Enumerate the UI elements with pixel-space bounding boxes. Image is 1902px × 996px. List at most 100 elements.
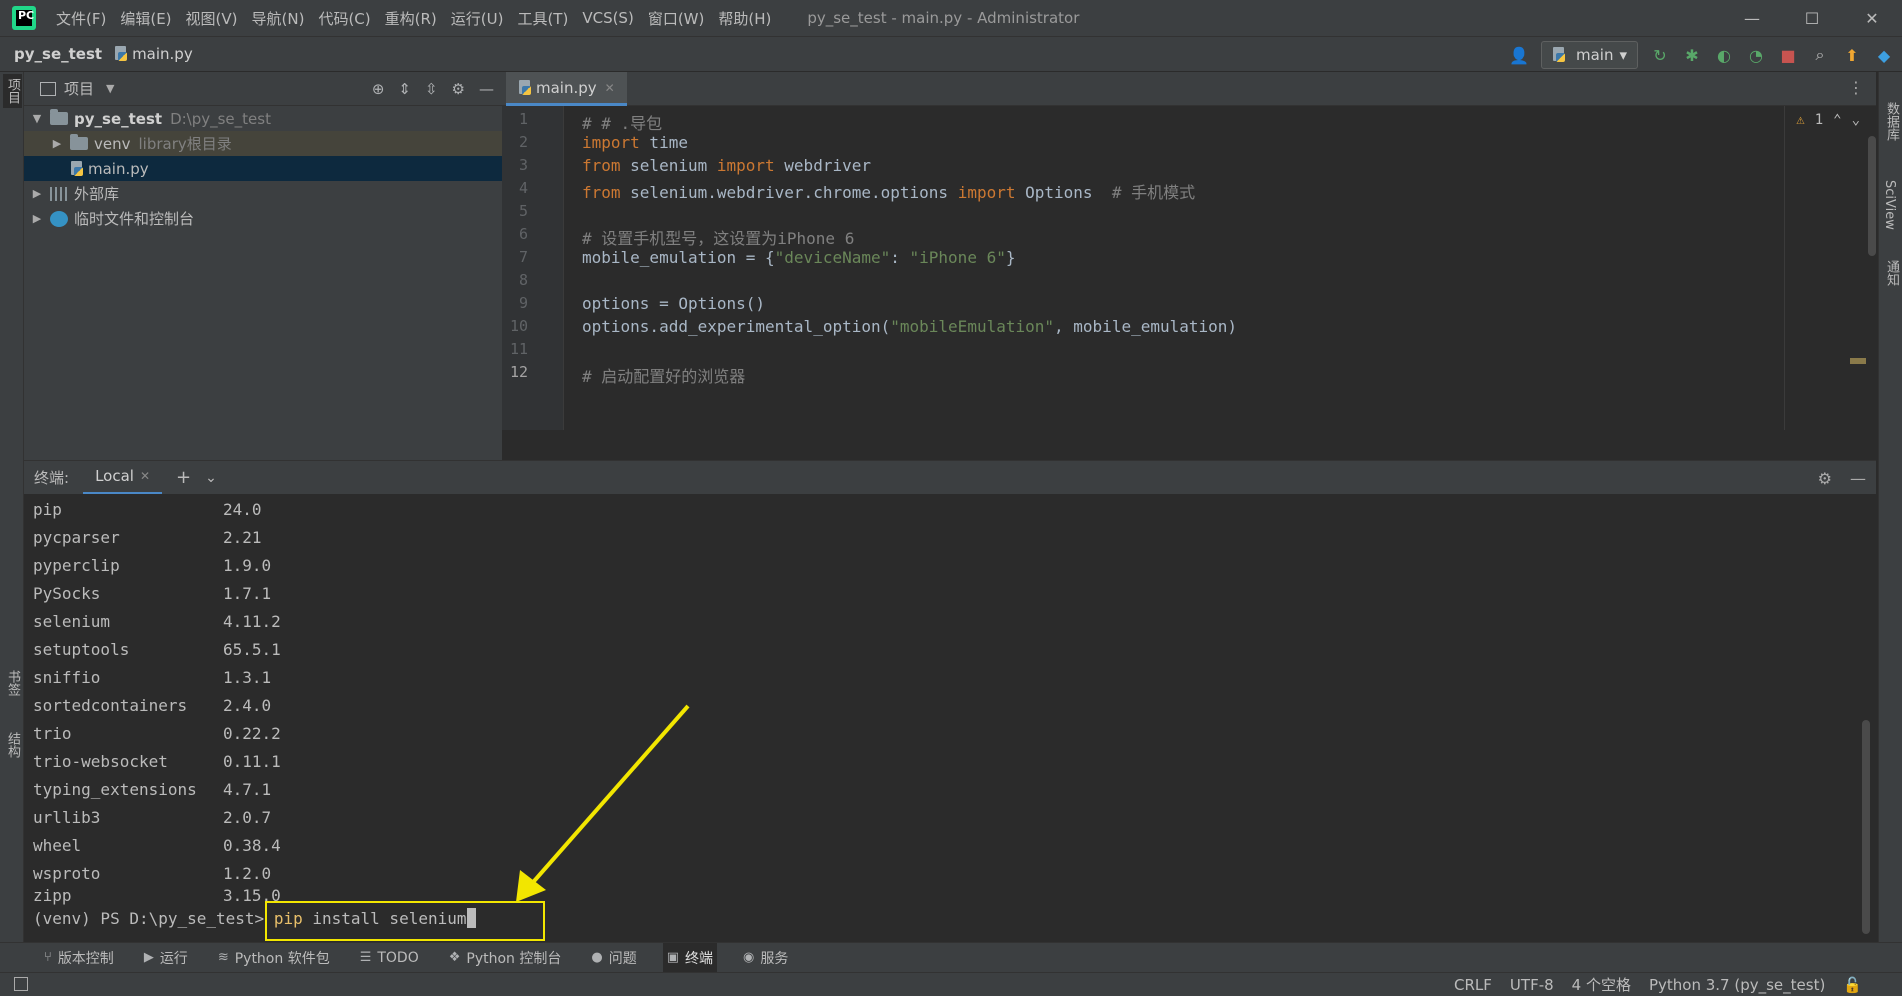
package-name: pip <box>33 500 62 519</box>
tree-item-note: library根目录 <box>138 135 232 153</box>
menu-refactor[interactable]: 重构(R) <box>385 8 437 29</box>
tree-item-main-py[interactable]: main.py <box>24 156 502 181</box>
maximize-button[interactable]: ☐ <box>1782 0 1842 36</box>
package-row: pip 24.0 <box>33 500 262 527</box>
menu-navigate[interactable]: 导航(N) <box>252 8 305 29</box>
menu-window[interactable]: 窗口(W) <box>648 8 705 29</box>
main-toolbar: 👤 main ▾ ↻ ✱ ◐ ◔ ■ ⌕ ⬆ ◆ <box>1509 37 1894 73</box>
editor-scrollbar[interactable] <box>1868 136 1876 256</box>
line-number: 1 <box>518 110 528 128</box>
tool-window-problems[interactable]: ● 问题 <box>587 943 640 973</box>
editor-tab-main-py[interactable]: main.py ✕ <box>506 72 627 106</box>
tool-window-terminal[interactable]: ▣ 终端 <box>662 942 718 973</box>
indent-status[interactable]: 4 个空格 <box>1572 974 1631 995</box>
menu-view[interactable]: 视图(V) <box>186 8 238 29</box>
chevron-up-icon[interactable]: ⌃ <box>1833 112 1841 128</box>
tool-window-python-console[interactable]: ❖ Python 控制台 <box>445 943 566 973</box>
gear-icon[interactable]: ⚙ <box>1818 469 1832 488</box>
project-tool-tab[interactable]: 项目 <box>3 74 22 108</box>
menu-code[interactable]: 代码(C) <box>318 8 370 29</box>
locate-icon[interactable]: ⊕ <box>372 80 385 98</box>
minimize-button[interactable]: — <box>1722 0 1782 36</box>
chevron-right-icon[interactable]: ▶ <box>50 137 64 150</box>
project-panel-header: 项目 ▼ ⊕ ⇕ ⇳ ⚙ — <box>24 72 502 106</box>
profile-icon[interactable]: ◔ <box>1746 45 1766 65</box>
notifications-tool-tab[interactable]: 通知 <box>1882 260 1901 286</box>
sciview-tool-tab[interactable]: SciView <box>1882 180 1897 230</box>
annotation-highlight-box <box>265 901 545 941</box>
collapse-all-icon[interactable]: ⇳ <box>425 80 438 98</box>
menu-help[interactable]: 帮助(H) <box>718 8 771 29</box>
menu-file[interactable]: 文件(F) <box>56 8 106 29</box>
tool-window-services[interactable]: ◉ 服务 <box>739 943 792 973</box>
terminal-label: 终端: <box>34 469 70 487</box>
tool-window-vcs[interactable]: ⑂ 版本控制 <box>40 943 118 973</box>
structure-tool-tab[interactable]: 结构 <box>3 732 22 758</box>
rerun-icon[interactable]: ↻ <box>1650 45 1670 65</box>
chevron-down-icon[interactable]: ⌄ <box>1852 112 1860 128</box>
package-row: urllib3 2.0.7 <box>33 808 271 835</box>
code-line: from selenium import webdriver <box>582 156 871 175</box>
tool-window-run[interactable]: ▶ 运行 <box>140 943 192 973</box>
close-icon[interactable]: ✕ <box>140 469 150 483</box>
terminal-icon: ▣ <box>666 950 680 965</box>
tree-item-scratches[interactable]: ▶ 临时文件和控制台 <box>24 206 502 231</box>
search-icon[interactable]: ⌕ <box>1810 45 1830 65</box>
chevron-right-icon[interactable]: ▶ <box>30 187 44 200</box>
debug-icon[interactable]: ✱ <box>1682 45 1702 65</box>
menu-tools[interactable]: 工具(T) <box>517 8 568 29</box>
bookmarks-tool-tab[interactable]: 书签 <box>3 670 22 696</box>
encoding-status[interactable]: UTF-8 <box>1510 976 1554 994</box>
menu-edit[interactable]: 编辑(E) <box>120 8 171 29</box>
terminal-scrollbar[interactable] <box>1862 720 1870 934</box>
breadcrumb-project[interactable]: py_se_test <box>14 45 102 63</box>
project-panel-title[interactable]: 项目 <box>64 78 94 99</box>
database-tool-tab[interactable]: 数据库 <box>1882 102 1901 141</box>
update-icon[interactable]: ⬆ <box>1842 45 1862 65</box>
inspection-widget[interactable]: ⚠ 1 ⌃ ⌄ <box>1796 112 1860 128</box>
hide-icon[interactable]: — <box>479 80 494 98</box>
status-bar: CRLF UTF-8 4 个空格 Python 3.7 (py_se_test)… <box>0 972 1902 996</box>
code-line: options.add_experimental_option("mobileE… <box>582 317 1238 336</box>
terminal-tab-local[interactable]: Local ✕ <box>83 461 163 495</box>
close-window-button[interactable]: ✕ <box>1842 0 1902 36</box>
close-icon[interactable]: ✕ <box>605 81 615 95</box>
line-separator-status[interactable]: CRLF <box>1454 976 1492 994</box>
jetbrains-toolbox-icon[interactable]: ◆ <box>1874 45 1894 65</box>
more-icon[interactable]: ⋮ <box>1848 78 1864 97</box>
package-row: PySocks 1.7.1 <box>33 584 271 611</box>
chevron-down-icon[interactable]: ▼ <box>30 112 44 125</box>
chevron-down-icon[interactable]: ▼ <box>106 82 114 95</box>
gear-icon[interactable]: ⚙ <box>452 80 465 98</box>
coverage-icon[interactable]: ◐ <box>1714 45 1734 65</box>
toggle-tool-windows-icon[interactable] <box>14 977 28 991</box>
menu-vcs[interactable]: VCS(S) <box>582 9 633 27</box>
chevron-down-icon[interactable]: ⌄ <box>205 470 217 486</box>
run-configuration-selector[interactable]: main ▾ <box>1540 41 1638 69</box>
code-line: from selenium.webdriver.chrome.options i… <box>582 183 1196 202</box>
python-file-icon <box>70 160 84 177</box>
menu-run[interactable]: 运行(U) <box>451 8 504 29</box>
tree-item-external-libraries[interactable]: ▶ 外部库 <box>24 181 502 206</box>
hide-icon[interactable]: — <box>1850 469 1866 488</box>
terminal-output[interactable]: pip 24.0 pycparser 2.21 pyperclip 1.9.0 PyS… <box>24 494 1876 940</box>
tool-window-python-packages[interactable]: ≋ Python 软件包 <box>214 943 334 973</box>
lock-icon[interactable]: 🔓 <box>1843 976 1862 994</box>
package-name: wheel <box>33 836 82 855</box>
expand-all-icon[interactable]: ⇕ <box>398 80 411 98</box>
chevron-right-icon[interactable]: ▶ <box>30 212 44 225</box>
user-icon[interactable]: 👤 <box>1509 45 1529 65</box>
package-row: setuptools 65.5.1 <box>33 640 281 667</box>
right-margin-guide <box>1784 106 1785 430</box>
code-line: mobile_emulation = {"deviceName": "iPhon… <box>582 248 1016 267</box>
package-version: 1.2.0 <box>223 864 272 883</box>
interpreter-status[interactable]: Python 3.7 (py_se_test) <box>1649 976 1825 994</box>
code-editor[interactable]: 1 2 3 4 5 6 7 8 9 10 11 12 # # .导包 impor… <box>502 106 1876 430</box>
add-icon[interactable]: + <box>176 467 191 488</box>
warning-marker[interactable] <box>1850 358 1866 364</box>
breadcrumb-file[interactable]: main.py <box>132 45 193 63</box>
tree-item-project-root[interactable]: ▼ py_se_test D:\py_se_test <box>24 106 502 131</box>
tree-item-venv[interactable]: ▶ venv library根目录 <box>24 131 502 156</box>
stop-icon[interactable]: ■ <box>1778 45 1798 65</box>
tool-window-todo[interactable]: ☰ TODO <box>356 943 423 973</box>
